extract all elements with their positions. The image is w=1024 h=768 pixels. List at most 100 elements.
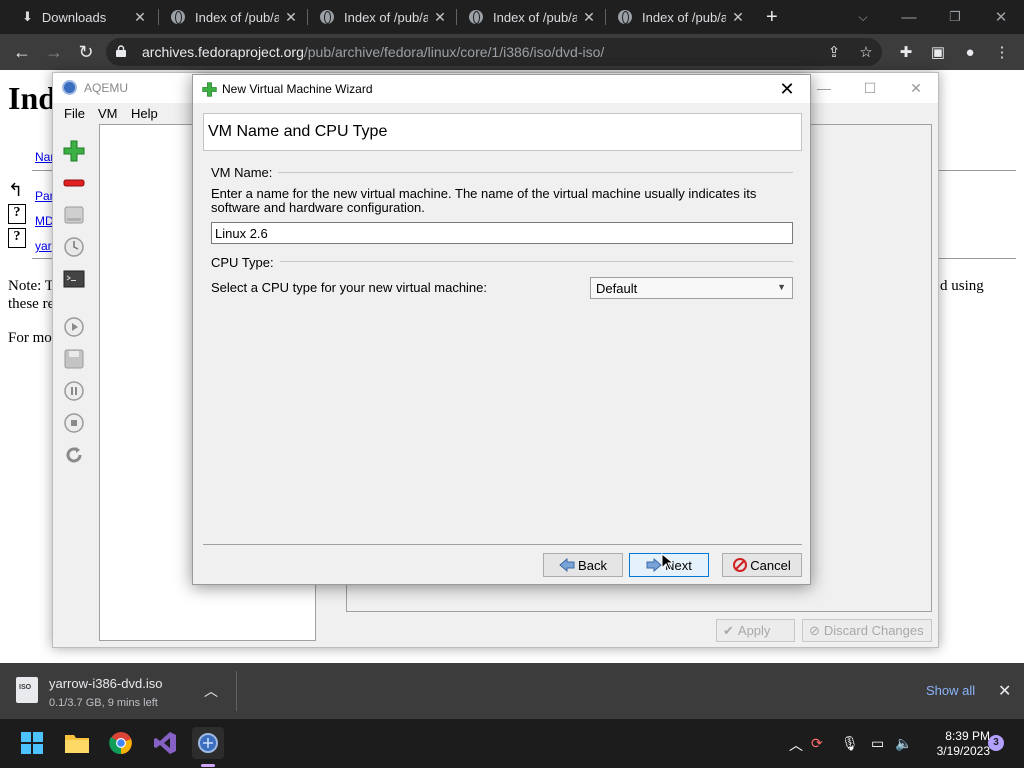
close-icon[interactable]: ✕ (132, 9, 148, 25)
close-icon[interactable]: ✕ (893, 73, 939, 103)
menu-file[interactable]: File (64, 106, 85, 121)
share-icon[interactable]: ⇪ (824, 42, 844, 62)
address-bar[interactable]: archives.fedoraproject.org/pub/archive/f… (106, 38, 882, 66)
tab-title: Index of /pub/a (344, 9, 428, 25)
url-text: archives.fedoraproject.org/pub/archive/f… (142, 44, 604, 60)
aqemu-taskbar-icon[interactable] (192, 727, 224, 759)
windows-start-icon[interactable] (16, 727, 48, 759)
file-explorer-icon[interactable] (61, 727, 93, 759)
globe-icon (618, 10, 632, 24)
discard-label: Discard Changes (823, 623, 924, 638)
file-badge: ISO (19, 684, 32, 691)
tab-downloads[interactable]: ⬇ Downloads ✕ (22, 0, 154, 34)
menu-help[interactable]: Help (131, 106, 158, 121)
pause-icon[interactable] (63, 380, 85, 402)
active-app-indicator (201, 764, 215, 767)
url-path: /pub/archive/fedora/linux/core/1/i386/is… (303, 44, 605, 60)
download-file-name[interactable]: yarrow-i386-dvd.iso (49, 676, 162, 691)
bookmark-star-icon[interactable]: ☆ (856, 42, 876, 62)
note-text: Note: T (8, 278, 54, 294)
tab-title: Index of /pub/a (642, 9, 726, 25)
clock-icon[interactable] (63, 236, 85, 258)
windows-taskbar: ︿ ⟳ 🎙 ▭ 🔈 8:39 PM 3/19/2023 3 (0, 719, 1024, 768)
reset-icon[interactable] (63, 444, 85, 466)
stop-icon[interactable] (63, 412, 85, 434)
discard-changes-button[interactable]: ⊘ Discard Changes (802, 619, 932, 642)
remove-vm-icon[interactable] (63, 172, 85, 194)
terminal-icon[interactable] (63, 268, 85, 290)
apply-button[interactable]: ✔ Apply (716, 619, 795, 642)
volume-icon[interactable]: 🔈 (895, 735, 912, 752)
tab-index-3[interactable]: Index of /pub/a ✕ (469, 0, 603, 34)
back-arrow-icon[interactable]: ← (9, 39, 35, 65)
unknown-file-icon: ? (8, 204, 26, 224)
back-button[interactable]: Back (543, 553, 623, 577)
notification-badge[interactable]: 3 (988, 735, 1004, 751)
close-icon[interactable]: ✕ (581, 9, 597, 25)
close-icon[interactable]: ✕ (432, 9, 448, 25)
note-text-end: d using (940, 278, 984, 294)
sync-error-icon[interactable]: ⟳ (811, 735, 823, 752)
mouse-cursor-icon (661, 553, 673, 571)
cpu-type-value: Default (596, 281, 638, 296)
minimize-icon[interactable]: — (886, 0, 932, 34)
group-divider (273, 261, 793, 262)
tab-title: Index of /pub/a (493, 9, 577, 25)
reload-icon[interactable]: ↻ (73, 39, 99, 65)
tab-index-2[interactable]: Index of /pub/a ✕ (320, 0, 454, 34)
browser-toolbar: ← → ↻ archives.fedoraproject.org/pub/arc… (0, 34, 1024, 70)
wizard-page-title: VM Name and CPU Type (208, 123, 388, 140)
tab-separator (158, 9, 159, 25)
restore-icon[interactable]: ❐ (932, 0, 978, 34)
iso-file-icon[interactable]: ISO (16, 677, 38, 703)
cpu-type-description: Select a CPU type for your new virtual m… (211, 280, 488, 295)
cancel-button[interactable]: Cancel (722, 553, 802, 577)
new-tab-button[interactable]: + (766, 0, 788, 34)
vm-name-input[interactable] (211, 222, 793, 244)
aqemu-app-icon (62, 80, 77, 95)
vm-name-description-2: software and hardware configuration. (211, 200, 425, 215)
maximize-icon[interactable]: ☐ (847, 73, 893, 103)
check-icon: ✔ (723, 622, 734, 638)
note-text-line2: these re (8, 296, 55, 312)
tab-index-4[interactable]: Index of /pub/a ✕ (618, 0, 752, 34)
close-window-icon[interactable]: ✕ (978, 0, 1024, 34)
url-host: archives.fedoraproject.org (142, 44, 304, 60)
tab-index-1[interactable]: Index of /pub/a ✕ (171, 0, 305, 34)
hard-disk-icon[interactable] (63, 204, 85, 226)
visual-studio-icon[interactable] (149, 727, 181, 759)
browser-tab-strip: ⬇ Downloads ✕ Index of /pub/a ✕ Index of… (0, 0, 1024, 34)
profile-icon[interactable]: ● (960, 42, 980, 62)
close-icon[interactable]: ✕ (730, 9, 746, 25)
microphone-icon[interactable]: 🎙 (841, 735, 859, 752)
chrome-icon[interactable] (105, 727, 137, 759)
close-icon[interactable]: ✕ (998, 681, 1011, 701)
show-all-link[interactable]: Show all (926, 683, 975, 698)
menu-vm[interactable]: VM (98, 106, 118, 121)
cpu-type-select[interactable]: Default ▼ (590, 277, 793, 299)
network-icon[interactable]: ▭ (871, 735, 884, 752)
forward-arrow-icon[interactable]: → (41, 39, 67, 65)
save-icon[interactable] (63, 348, 85, 370)
globe-icon (320, 10, 334, 24)
close-icon[interactable]: ✕ (770, 75, 804, 103)
close-icon[interactable]: ✕ (283, 9, 299, 25)
menu-kebab-icon[interactable]: ⋮ (992, 42, 1012, 62)
add-vm-icon[interactable] (63, 140, 85, 162)
forward-arrow-icon (646, 558, 662, 572)
more-info-text: For mo (8, 330, 52, 346)
vm-name-group-label: VM Name: (211, 165, 279, 180)
discard-icon: ⊘ (809, 622, 820, 638)
parent-directory-link[interactable]: Par (35, 189, 54, 203)
chevron-up-icon[interactable]: ︿ (789, 735, 803, 755)
play-icon[interactable] (63, 316, 85, 338)
extensions-puzzle-icon[interactable]: ✚ (896, 42, 916, 62)
chevron-up-icon[interactable]: ︿ (204, 681, 218, 701)
download-icon: ⬇ (22, 9, 33, 24)
side-panel-icon[interactable]: ▣ (928, 42, 948, 62)
tab-search-icon[interactable]: ⌵ (840, 0, 886, 34)
system-clock[interactable]: 8:39 PM 3/19/2023 (920, 729, 990, 759)
add-vm-icon (202, 82, 217, 97)
lock-icon (116, 45, 126, 57)
iso-file-link[interactable]: yar (35, 239, 52, 253)
